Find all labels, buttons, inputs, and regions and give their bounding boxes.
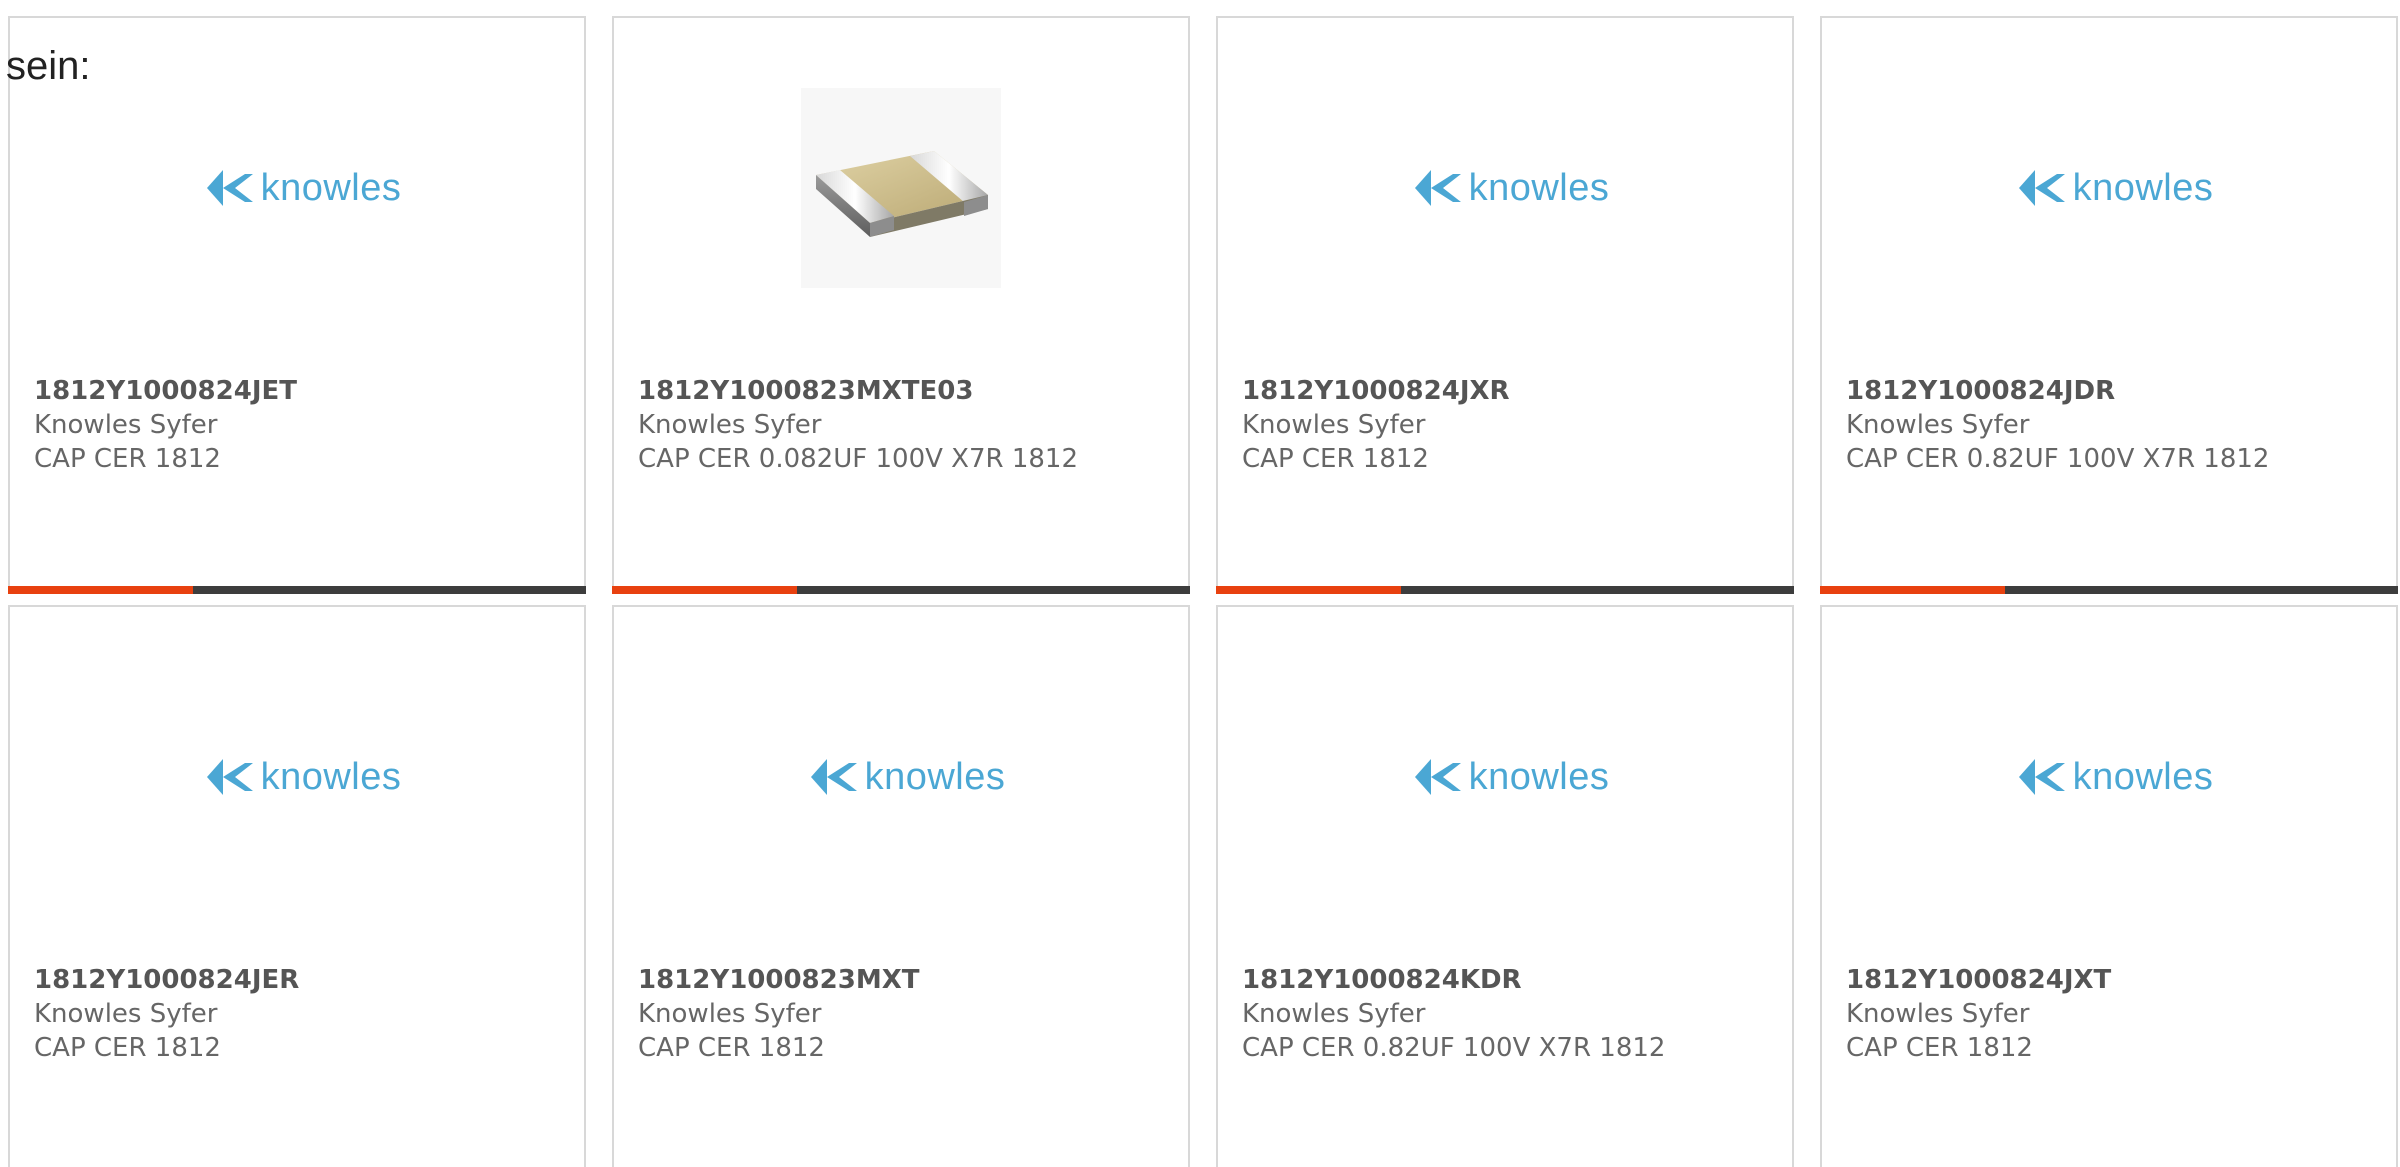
capacitor-chip-image <box>801 88 1001 288</box>
product-info: 1812Y1000823MXT Knowles Syfer CAP CER 1812 <box>638 963 1168 1065</box>
product-info: 1812Y1000824JXT Knowles Syfer CAP CER 1812 <box>1846 963 2376 1065</box>
product-image[interactable]: knowles <box>1822 677 2396 877</box>
product-card[interactable]: knowles 1812Y1000824KDR Knowles Syfer CAP C… <box>1216 605 1794 1167</box>
product-card[interactable]: knowles 1812Y1000824JXR Knowles Syfer CAP C… <box>1216 16 1794 594</box>
product-description: CAP CER 1812 <box>638 1033 825 1063</box>
product-image[interactable]: knowles <box>1822 88 2396 288</box>
product-info: 1812Y1000824JXR Knowles Syfer CAP CER 1812 <box>1242 374 1772 476</box>
manufacturer-name: Knowles Syfer <box>34 410 218 440</box>
product-description: CAP CER 1812 <box>1242 444 1429 474</box>
card-progress-bar <box>8 586 586 594</box>
knowles-logo-text: knowles <box>1468 755 1610 798</box>
knowles-logo: knowles <box>2005 166 2214 210</box>
knowles-logo-icon <box>2018 759 2065 795</box>
part-number-link[interactable]: 1812Y1000824JET <box>34 374 564 408</box>
product-card[interactable]: knowles 1812Y1000824JXT Knowles Syfer CAP C… <box>1820 605 2398 1167</box>
product-info: 1812Y1000824JET Knowles Syfer CAP CER 1812 <box>34 374 564 476</box>
product-image[interactable]: knowles <box>1218 88 1792 288</box>
knowles-logo: knowles <box>193 166 402 210</box>
product-card[interactable]: knowles 1812Y1000824JDR Knowles Syfer CAP C… <box>1820 16 2398 594</box>
knowles-logo-text: knowles <box>2072 166 2214 209</box>
product-description: CAP CER 0.82UF 100V X7R 1812 <box>1242 1033 1666 1063</box>
product-card[interactable]: knowles 1812Y1000824JER Knowles Syfer CAP C… <box>8 605 586 1167</box>
card-progress-bar <box>612 586 1190 594</box>
manufacturer-name: Knowles Syfer <box>1846 410 2030 440</box>
card-progress-bar <box>1216 586 1794 594</box>
part-number-link[interactable]: 1812Y1000824JXR <box>1242 374 1772 408</box>
card-progress-fill <box>1216 586 1401 594</box>
card-progress-fill <box>1820 586 2005 594</box>
manufacturer-name: Knowles Syfer <box>1846 999 2030 1029</box>
knowles-logo-icon <box>810 759 857 795</box>
part-number-link[interactable]: 1812Y1000824KDR <box>1242 963 1772 997</box>
card-progress-bar <box>1820 586 2398 594</box>
product-info: 1812Y1000824JER Knowles Syfer CAP CER 1812 <box>34 963 564 1065</box>
knowles-logo-text: knowles <box>2072 755 2214 798</box>
knowles-logo-icon <box>1414 759 1461 795</box>
manufacturer-name: Knowles Syfer <box>1242 410 1426 440</box>
product-description: CAP CER 1812 <box>1846 1033 2033 1063</box>
product-info: 1812Y1000824KDR Knowles Syfer CAP CER 0.82… <box>1242 963 1772 1065</box>
product-description: CAP CER 1812 <box>34 444 221 474</box>
product-info: 1812Y1000823MXTE03 Knowles Syfer CAP CER 0… <box>638 374 1168 476</box>
manufacturer-name: Knowles Syfer <box>1242 999 1426 1029</box>
knowles-logo-text: knowles <box>260 166 402 209</box>
intro-text: sein: <box>6 44 91 88</box>
product-description: CAP CER 1812 <box>34 1033 221 1063</box>
product-card[interactable]: knowles 1812Y1000824JET Knowles Syfer CAP C… <box>8 16 586 594</box>
product-image[interactable] <box>614 88 1188 288</box>
knowles-logo: knowles <box>193 755 402 799</box>
capacitor-chip-icon <box>816 151 988 237</box>
product-card[interactable]: knowles 1812Y1000823MXT Knowles Syfer CAP C… <box>612 605 1190 1167</box>
product-image[interactable]: knowles <box>614 677 1188 877</box>
card-progress-fill <box>8 586 193 594</box>
knowles-logo-text: knowles <box>864 755 1006 798</box>
manufacturer-name: Knowles Syfer <box>638 410 822 440</box>
product-card[interactable]: 1812Y1000823MXTE03 Knowles Syfer CAP CER 0… <box>612 16 1190 594</box>
knowles-logo-icon <box>206 759 253 795</box>
part-number-link[interactable]: 1812Y1000824JDR <box>1846 374 2376 408</box>
product-info: 1812Y1000824JDR Knowles Syfer CAP CER 0.82… <box>1846 374 2376 476</box>
knowles-logo: knowles <box>1401 755 1610 799</box>
product-description: CAP CER 0.082UF 100V X7R 1812 <box>638 444 1079 474</box>
manufacturer-name: Knowles Syfer <box>34 999 218 1029</box>
product-grid-page: sein: knowles 1812Y1000824JET Knowles Syfe… <box>0 0 2400 1167</box>
product-description: CAP CER 0.82UF 100V X7R 1812 <box>1846 444 2270 474</box>
knowles-logo-icon <box>1414 170 1461 206</box>
knowles-logo-icon <box>206 170 253 206</box>
manufacturer-name: Knowles Syfer <box>638 999 822 1029</box>
product-image[interactable]: knowles <box>10 88 584 288</box>
knowles-logo-icon <box>2018 170 2065 206</box>
knowles-logo: knowles <box>2005 755 2214 799</box>
part-number-link[interactable]: 1812Y1000824JER <box>34 963 564 997</box>
product-image[interactable]: knowles <box>10 677 584 877</box>
part-number-link[interactable]: 1812Y1000823MXTE03 <box>638 374 1168 408</box>
product-image[interactable]: knowles <box>1218 677 1792 877</box>
card-progress-fill <box>612 586 797 594</box>
knowles-logo-text: knowles <box>260 755 402 798</box>
part-number-link[interactable]: 1812Y1000824JXT <box>1846 963 2376 997</box>
knowles-logo: knowles <box>797 755 1006 799</box>
knowles-logo-text: knowles <box>1468 166 1610 209</box>
knowles-logo: knowles <box>1401 166 1610 210</box>
part-number-link[interactable]: 1812Y1000823MXT <box>638 963 1168 997</box>
